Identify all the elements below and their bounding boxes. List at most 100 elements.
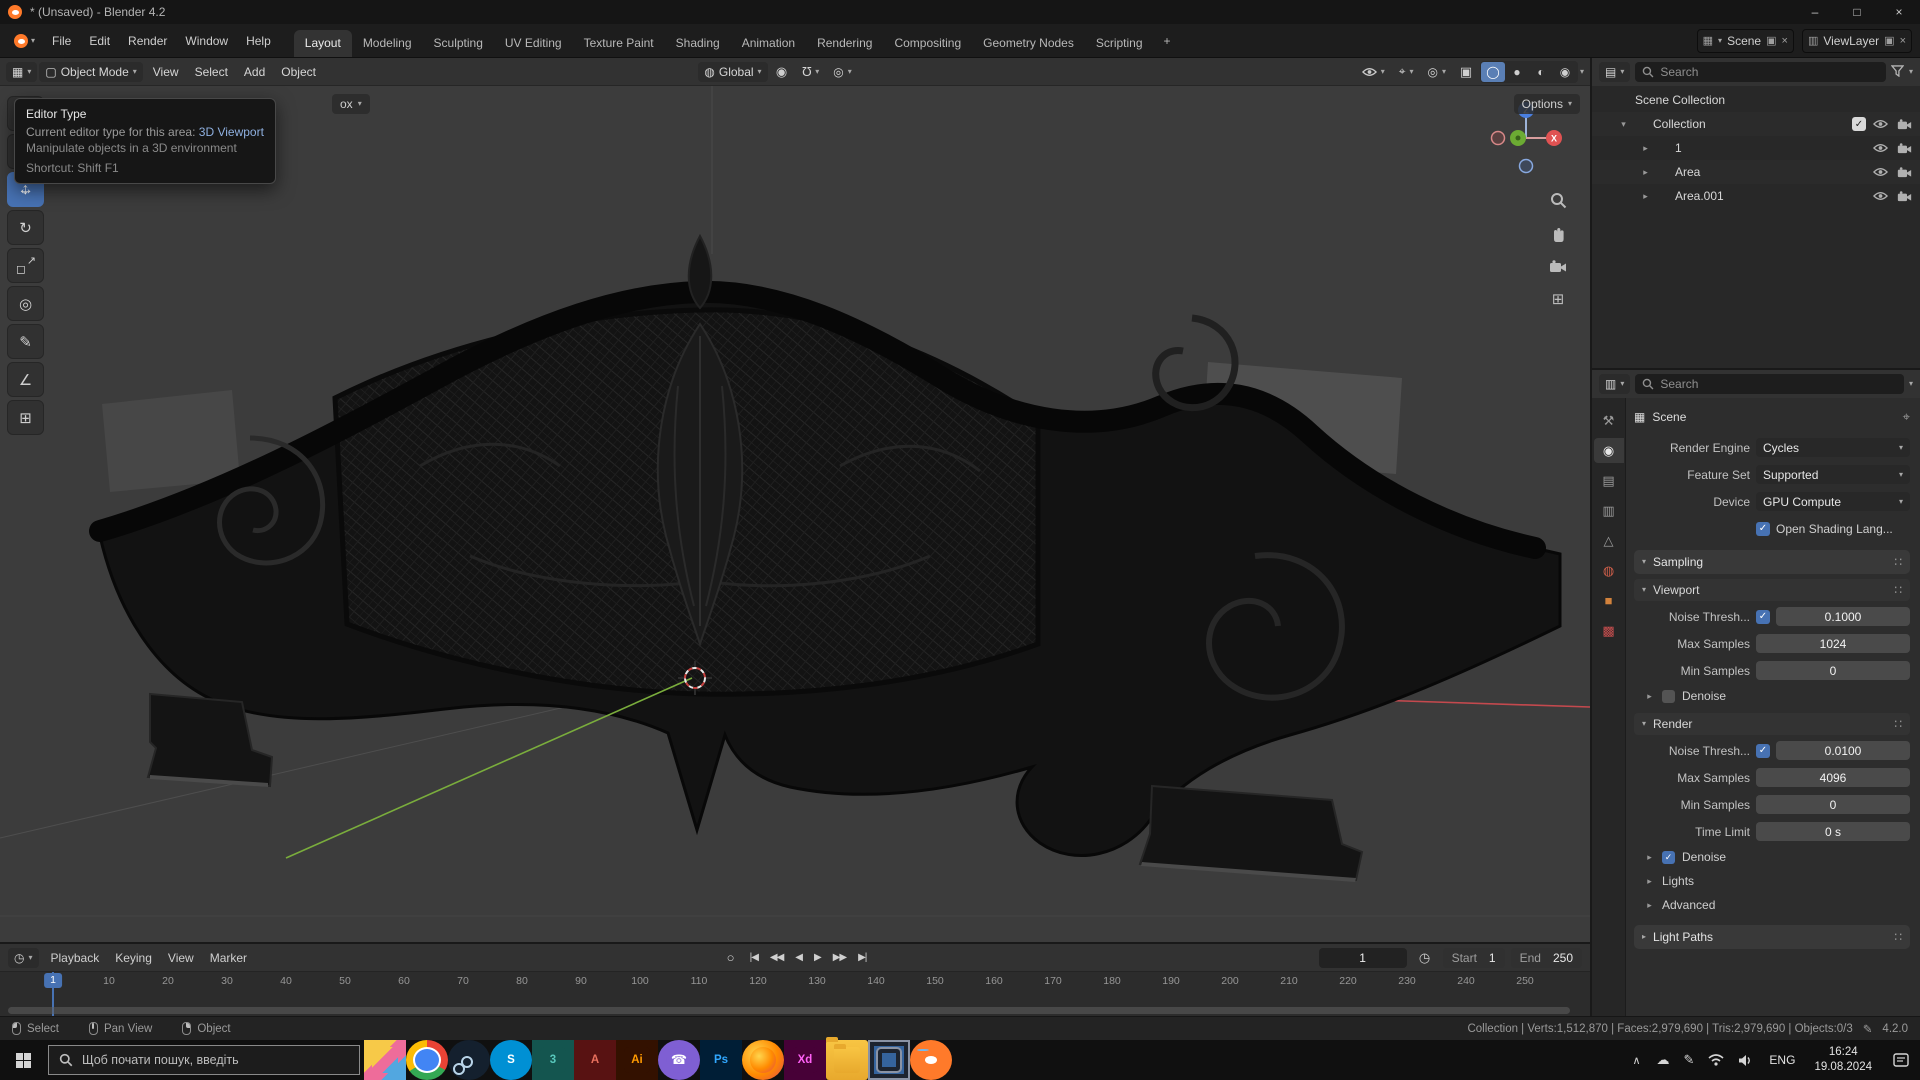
add-workspace-button[interactable]: + bbox=[1156, 30, 1179, 52]
next-keyframe-button[interactable]: ▶▶ bbox=[828, 950, 851, 965]
close-button[interactable]: × bbox=[1878, 0, 1920, 24]
tool-add-cube[interactable]: ⊞ bbox=[7, 400, 44, 435]
scrollbar-thumb[interactable] bbox=[8, 1007, 1570, 1014]
properties-search-input[interactable]: Search bbox=[1635, 374, 1904, 394]
remove-viewlayer-button[interactable]: × bbox=[1900, 35, 1906, 47]
visibility-dropdown[interactable]: ▾ bbox=[1356, 64, 1391, 80]
language-indicator[interactable]: ENG bbox=[1760, 1053, 1804, 1067]
proportional-edit-button[interactable]: ◎ ▾ bbox=[827, 62, 858, 82]
collapsed-panel-row[interactable]: ▸ ✓ Denoise bbox=[1634, 684, 1910, 708]
outliner-editor-type-button[interactable]: ▤ ▾ bbox=[1599, 62, 1631, 82]
disable-render-camera-icon[interactable] bbox=[1894, 142, 1914, 154]
osl-checkbox[interactable]: ✓ bbox=[1756, 521, 1770, 536]
tab-world-icon[interactable]: ◍ bbox=[1594, 558, 1624, 583]
maximize-button[interactable]: □ bbox=[1836, 0, 1878, 24]
tool-scale[interactable] bbox=[7, 248, 44, 283]
checkbox[interactable]: ✓ bbox=[1756, 743, 1770, 758]
orthographic-grid-icon[interactable]: ⊞ bbox=[1548, 289, 1568, 309]
workspace-tab[interactable]: Layout bbox=[293, 30, 352, 57]
number-field[interactable]: 0 bbox=[1756, 661, 1910, 680]
filter-icon[interactable] bbox=[1890, 64, 1905, 80]
taskbar-app-illustrator-icon[interactable]: Ai bbox=[616, 1040, 658, 1080]
workspace-tab[interactable]: Shading bbox=[665, 30, 731, 57]
timeline-menu-item[interactable]: Playback bbox=[43, 947, 108, 969]
gizmo-neg-z[interactable] bbox=[1518, 158, 1534, 174]
scene-selector[interactable]: ▦ ▾ Scene ▣ × bbox=[1696, 28, 1794, 53]
tab-tool-icon[interactable]: ⚒ bbox=[1594, 408, 1624, 433]
jump-to-start-button[interactable]: |◀ bbox=[745, 950, 763, 965]
snapping-button[interactable]: Ω ▾ bbox=[796, 61, 826, 82]
outliner-row-object-1[interactable]: ▸ 1 ✓ bbox=[1592, 136, 1920, 160]
pen-icon[interactable]: ✎ bbox=[1677, 1052, 1702, 1068]
tool-annotate[interactable]: ✎ bbox=[7, 324, 44, 359]
editor-type-button[interactable]: ▦ ▾ bbox=[6, 61, 38, 82]
tool-transform[interactable]: ◎ bbox=[7, 286, 44, 321]
tab-output-icon[interactable]: ▤ bbox=[1594, 468, 1624, 493]
xray-toggle[interactable]: ▣ bbox=[1454, 61, 1478, 83]
outliner-row-collection[interactable]: ▾ Collection ✓ bbox=[1592, 112, 1920, 136]
taskbar-app-xd-icon[interactable]: Xd bbox=[784, 1040, 826, 1080]
pan-hand-icon[interactable] bbox=[1548, 223, 1568, 243]
workspace-tab[interactable]: Geometry Nodes bbox=[972, 30, 1085, 57]
number-field[interactable]: 0 bbox=[1756, 795, 1910, 814]
taskbar-search-input[interactable]: Щоб почати пошук, введіть bbox=[48, 1045, 360, 1075]
number-field[interactable]: 1024 bbox=[1756, 634, 1910, 653]
workspace-tab[interactable]: Compositing bbox=[883, 30, 972, 57]
menu-dots-icon[interactable]: ∷ bbox=[1894, 717, 1902, 731]
disable-render-camera-icon[interactable] bbox=[1894, 118, 1914, 130]
unlink-scene-button[interactable]: × bbox=[1782, 35, 1788, 47]
taskbar-app-pc-icon[interactable] bbox=[868, 1040, 910, 1080]
section-sampling[interactable]: ▾ Sampling ∷ bbox=[1634, 550, 1910, 574]
pin-icon[interactable]: ⌖ bbox=[1903, 409, 1910, 425]
shading-rendered-button[interactable]: ◉ bbox=[1553, 62, 1577, 82]
dropdown-field[interactable]: GPU Compute ▾ bbox=[1756, 492, 1910, 511]
chevron-down-icon[interactable]: ▾ bbox=[1909, 68, 1913, 76]
number-field[interactable]: 0.1000 bbox=[1776, 607, 1910, 626]
taskbar-app-photoshop-icon[interactable]: Ps bbox=[700, 1040, 742, 1080]
viewport-menu-item[interactable]: Select bbox=[187, 61, 236, 83]
workspace-tab[interactable]: Sculpting bbox=[423, 30, 494, 57]
timeline-scrollbar[interactable] bbox=[8, 1007, 1582, 1014]
workspace-tab[interactable]: Scripting bbox=[1085, 30, 1154, 57]
disable-render-camera-icon[interactable] bbox=[1894, 166, 1914, 178]
timeline-menu-item[interactable]: Keying bbox=[107, 947, 160, 969]
hide-viewport-eye-icon[interactable] bbox=[1870, 143, 1890, 153]
blender-menu-button[interactable]: ▾ bbox=[8, 32, 41, 50]
number-field[interactable]: 0 s bbox=[1756, 822, 1910, 841]
expander-icon[interactable]: ▸ bbox=[1640, 143, 1651, 154]
taskbar-app-blender-icon[interactable] bbox=[910, 1040, 952, 1080]
play-reverse-button[interactable]: ◀ bbox=[790, 950, 807, 965]
subsection-render[interactable]: ▾ Render ∷ bbox=[1634, 713, 1910, 735]
zoom-icon[interactable] bbox=[1548, 190, 1568, 210]
hide-viewport-eye-icon[interactable] bbox=[1870, 167, 1890, 177]
menubar-item[interactable]: Help bbox=[237, 30, 280, 52]
shading-dropdown-chevron[interactable]: ▾ bbox=[1580, 67, 1584, 76]
transform-orientation-dropdown[interactable]: ◍ Global ▾ bbox=[698, 61, 768, 82]
workspace-tab[interactable]: Animation bbox=[731, 30, 806, 57]
collapsed-panel-row[interactable]: ▸ ✓ Lights bbox=[1634, 869, 1910, 893]
tab-texture-icon[interactable]: ▩ bbox=[1594, 618, 1624, 643]
checkbox[interactable]: ✓ bbox=[1662, 850, 1675, 864]
outliner-row-scene-collection[interactable]: Scene Collection ✓ bbox=[1592, 88, 1920, 112]
volume-icon[interactable] bbox=[1731, 1054, 1760, 1067]
menu-dots-icon[interactable]: ∷ bbox=[1894, 555, 1902, 569]
number-field[interactable]: 4096 bbox=[1756, 768, 1910, 787]
minimize-button[interactable]: – bbox=[1794, 0, 1836, 24]
workspace-tab[interactable]: Modeling bbox=[352, 30, 423, 57]
workspace-tab[interactable]: Texture Paint bbox=[573, 30, 665, 57]
jump-to-end-button[interactable]: ▶| bbox=[853, 950, 871, 965]
start-button[interactable] bbox=[0, 1040, 46, 1080]
chevron-down-icon[interactable]: ▾ bbox=[1909, 380, 1913, 388]
outliner-row-area-001[interactable]: ▸ Area.001 ✓ bbox=[1592, 184, 1920, 208]
checkbox[interactable]: ✓ bbox=[1756, 609, 1770, 624]
outliner-row-area[interactable]: ▸ Area ✓ bbox=[1592, 160, 1920, 184]
tab-object-icon[interactable]: ■ bbox=[1594, 588, 1624, 613]
menubar-item[interactable]: Edit bbox=[80, 30, 119, 52]
taskbar-app-3dsmax-icon[interactable]: 3 bbox=[532, 1040, 574, 1080]
expander-icon[interactable]: ▸ bbox=[1640, 191, 1651, 202]
current-frame-field[interactable]: 1 bbox=[1318, 947, 1407, 968]
camera-view-icon[interactable] bbox=[1548, 256, 1568, 276]
timeline-ruler[interactable]: 10 20 30 40 50 60 70 80 90 100 110 120 130 140 150 160 1… bbox=[0, 972, 1590, 1016]
taskbar-app-3d-viewer-icon[interactable] bbox=[364, 1040, 406, 1080]
overlays-dropdown[interactable]: ◎ ▾ bbox=[1421, 62, 1452, 82]
